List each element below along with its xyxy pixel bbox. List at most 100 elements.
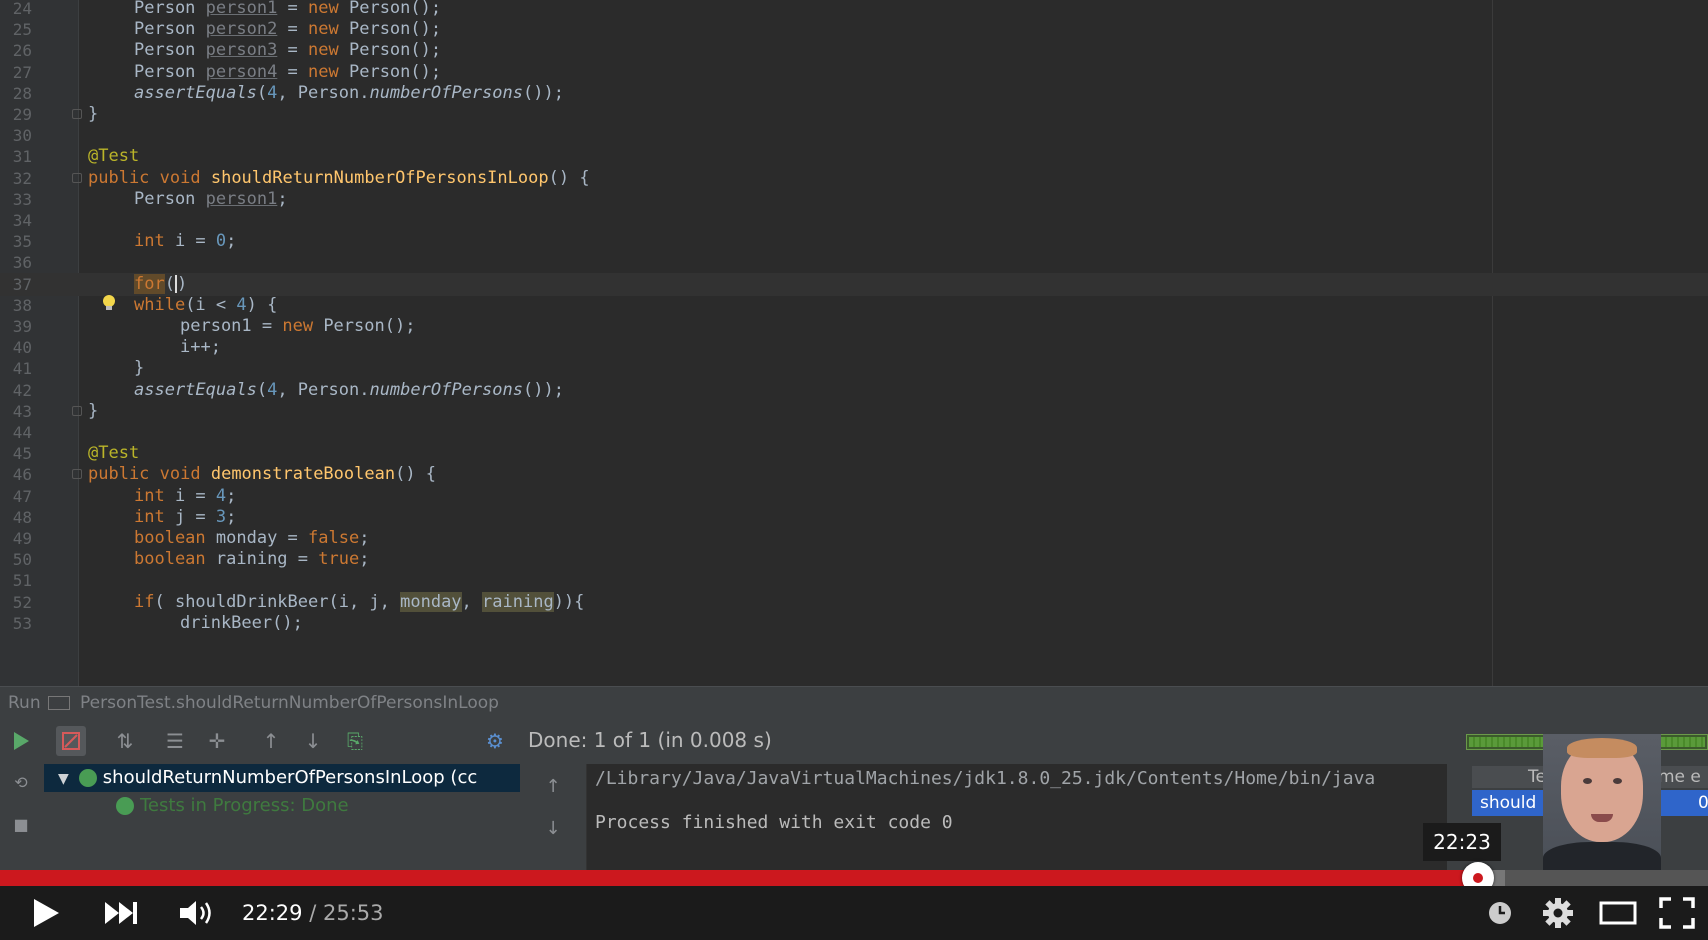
code-line[interactable]: 44 <box>0 421 1708 444</box>
expand-triangle-icon[interactable]: ▼ <box>58 765 69 792</box>
export-button[interactable]: ⎘ <box>340 726 370 756</box>
code-text[interactable]: Person person3 = new Person(); <box>134 39 441 62</box>
line-number: 26 <box>12 41 32 61</box>
settings-button[interactable]: ⚙ <box>480 726 510 756</box>
stop-button[interactable]: ■ <box>6 810 36 840</box>
code-line[interactable]: 25 Person person2 = new Person(); <box>0 18 1708 41</box>
line-number: 45 <box>12 444 32 464</box>
scroll-up-button[interactable]: ↑ <box>538 772 568 802</box>
code-text[interactable]: person1 = new Person(); <box>180 315 415 338</box>
code-text[interactable]: int i = 4; <box>134 485 236 508</box>
fold-marker-icon[interactable] <box>72 469 82 480</box>
code-line[interactable]: 26 Person person3 = new Person(); <box>0 39 1708 62</box>
code-line[interactable]: 35 int i = 0; <box>0 230 1708 253</box>
code-text[interactable]: assertEquals(4, Person.numberOfPersons()… <box>134 82 564 105</box>
code-text[interactable]: Person person1 = new Person(); <box>134 0 441 20</box>
line-number: 47 <box>12 486 32 506</box>
code-text[interactable]: boolean raining = true; <box>134 548 369 571</box>
code-line[interactable]: 33 Person person1; <box>0 188 1708 211</box>
run-config-name[interactable]: PersonTest.shouldReturnNumberOfPersonsIn… <box>80 687 499 719</box>
code-text[interactable]: if( shouldDrinkBeer(i, j, monday, rainin… <box>134 591 584 614</box>
code-text[interactable]: int i = 0; <box>134 230 236 253</box>
code-line[interactable]: 50 boolean raining = true; <box>0 548 1708 571</box>
console-side-toolbar: ↑ ↓ <box>520 764 587 872</box>
pin-button[interactable]: ⟲ <box>6 768 36 798</box>
toggle-passed-button[interactable] <box>56 726 86 756</box>
code-text[interactable]: Person person4 = new Person(); <box>134 61 441 84</box>
code-text[interactable]: while(i < 4) { <box>134 294 277 317</box>
code-line[interactable]: 53 drinkBeer(); <box>0 612 1708 635</box>
previous-failed-button[interactable]: ↑ <box>256 726 286 756</box>
play-button[interactable] <box>22 886 70 940</box>
code-line[interactable]: 47 int i = 4; <box>0 485 1708 508</box>
code-text[interactable]: boolean monday = false; <box>134 527 369 550</box>
tree-item-child[interactable]: Tests in Progress: Done <box>116 792 349 820</box>
code-line[interactable]: 46 public void demonstrateBoolean() { <box>0 463 1708 486</box>
code-editor[interactable]: 24 Person person1 = new Person(); 25 Person… <box>0 0 1708 686</box>
console-output[interactable]: /Library/Java/JavaVirtualMachines/jdk1.8… <box>587 764 1447 872</box>
code-line[interactable]: 24 Person person1 = new Person(); <box>0 0 1708 20</box>
tree-item-root[interactable]: ▼ shouldReturnNumberOfPersonsInLoop (cc <box>44 764 520 792</box>
theater-mode-button[interactable] <box>1596 886 1640 940</box>
code-text[interactable]: assertEquals(4, Person.numberOfPersons()… <box>134 379 564 402</box>
code-line[interactable]: 41} <box>0 357 1708 380</box>
code-line[interactable]: 27 Person person4 = new Person(); <box>0 61 1708 84</box>
line-number: 30 <box>12 126 32 146</box>
code-line[interactable]: 39 person1 = new Person(); <box>0 315 1708 338</box>
code-line[interactable]: 45 @Test <box>0 442 1708 465</box>
lightbulb-icon[interactable] <box>102 294 116 312</box>
next-button[interactable] <box>96 886 146 940</box>
run-label[interactable]: Run <box>8 687 41 719</box>
watch-later-button[interactable] <box>1482 886 1518 940</box>
code-text[interactable]: } <box>88 400 98 423</box>
code-line[interactable]: 28 assertEquals(4, Person.numberOfPersons… <box>0 82 1708 105</box>
code-line[interactable]: 51 <box>0 569 1708 592</box>
code-text[interactable]: } <box>134 357 144 380</box>
code-line[interactable]: 32 public void shouldReturnNumberOfPerson… <box>0 167 1708 190</box>
code-line[interactable]: 40 i++; <box>0 336 1708 359</box>
code-line[interactable]: 30 <box>0 124 1708 147</box>
code-text[interactable]: Person person2 = new Person(); <box>134 18 441 41</box>
code-text[interactable]: int j = 3; <box>134 506 236 529</box>
sort-button[interactable]: ⇅ <box>110 726 140 756</box>
test-results-tree[interactable]: ▼ shouldReturnNumberOfPersonsInLoop (cc T… <box>44 764 520 872</box>
player-controls: 22:29 / 25:53 <box>0 886 1708 940</box>
fold-marker-icon[interactable] <box>72 405 82 416</box>
fullscreen-button[interactable] <box>1654 886 1700 940</box>
code-line[interactable]: 29} <box>0 103 1708 126</box>
code-line[interactable]: 49 boolean monday = false; <box>0 527 1708 550</box>
expand-all-button[interactable]: ☰ <box>160 726 190 756</box>
code-text[interactable]: for() <box>134 273 187 296</box>
line-number: 39 <box>12 317 32 336</box>
code-line[interactable]: 42 assertEquals(4, Person.numberOfPersons… <box>0 379 1708 402</box>
settings-button[interactable] <box>1538 886 1578 940</box>
code-text[interactable]: } <box>88 103 98 126</box>
code-line[interactable]: 52 if( shouldDrinkBeer(i, j, monday, rain… <box>0 591 1708 614</box>
statistics-header-time: me e <box>1658 767 1701 787</box>
seek-bar[interactable] <box>0 862 1708 894</box>
code-text[interactable]: @Test <box>88 442 139 465</box>
code-text[interactable]: i++; <box>180 336 221 359</box>
next-failed-button[interactable]: ↓ <box>298 726 328 756</box>
code-line[interactable]: 37 for() <box>0 272 1708 296</box>
stop-icon: ■ <box>13 815 29 834</box>
code-line[interactable]: 31 @Test <box>0 145 1708 168</box>
play-icon <box>34 899 59 927</box>
code-line[interactable]: 43} <box>0 400 1708 423</box>
code-text[interactable]: Person person1; <box>134 188 288 211</box>
code-text[interactable]: drinkBeer(); <box>180 612 303 635</box>
code-line[interactable]: 38 while(i < 4) { <box>0 294 1708 317</box>
collapse-all-button[interactable]: ✛ <box>202 726 232 756</box>
code-text[interactable]: @Test <box>88 145 139 168</box>
rerun-button[interactable] <box>6 726 36 756</box>
volume-button[interactable] <box>172 886 222 940</box>
fold-marker-icon[interactable] <box>72 109 82 119</box>
code-line[interactable]: 48 int j = 3; <box>0 506 1708 529</box>
code-text[interactable]: public void shouldReturnNumberOfPersonsI… <box>88 167 590 190</box>
code-text[interactable]: public void demonstrateBoolean() { <box>88 463 436 486</box>
code-line[interactable]: 34 <box>0 209 1708 232</box>
code-line[interactable]: 36 <box>0 251 1708 274</box>
fold-marker-icon[interactable] <box>72 172 82 183</box>
collapse-all-icon: ✛ <box>208 729 226 753</box>
scroll-down-button[interactable]: ↓ <box>538 814 568 844</box>
